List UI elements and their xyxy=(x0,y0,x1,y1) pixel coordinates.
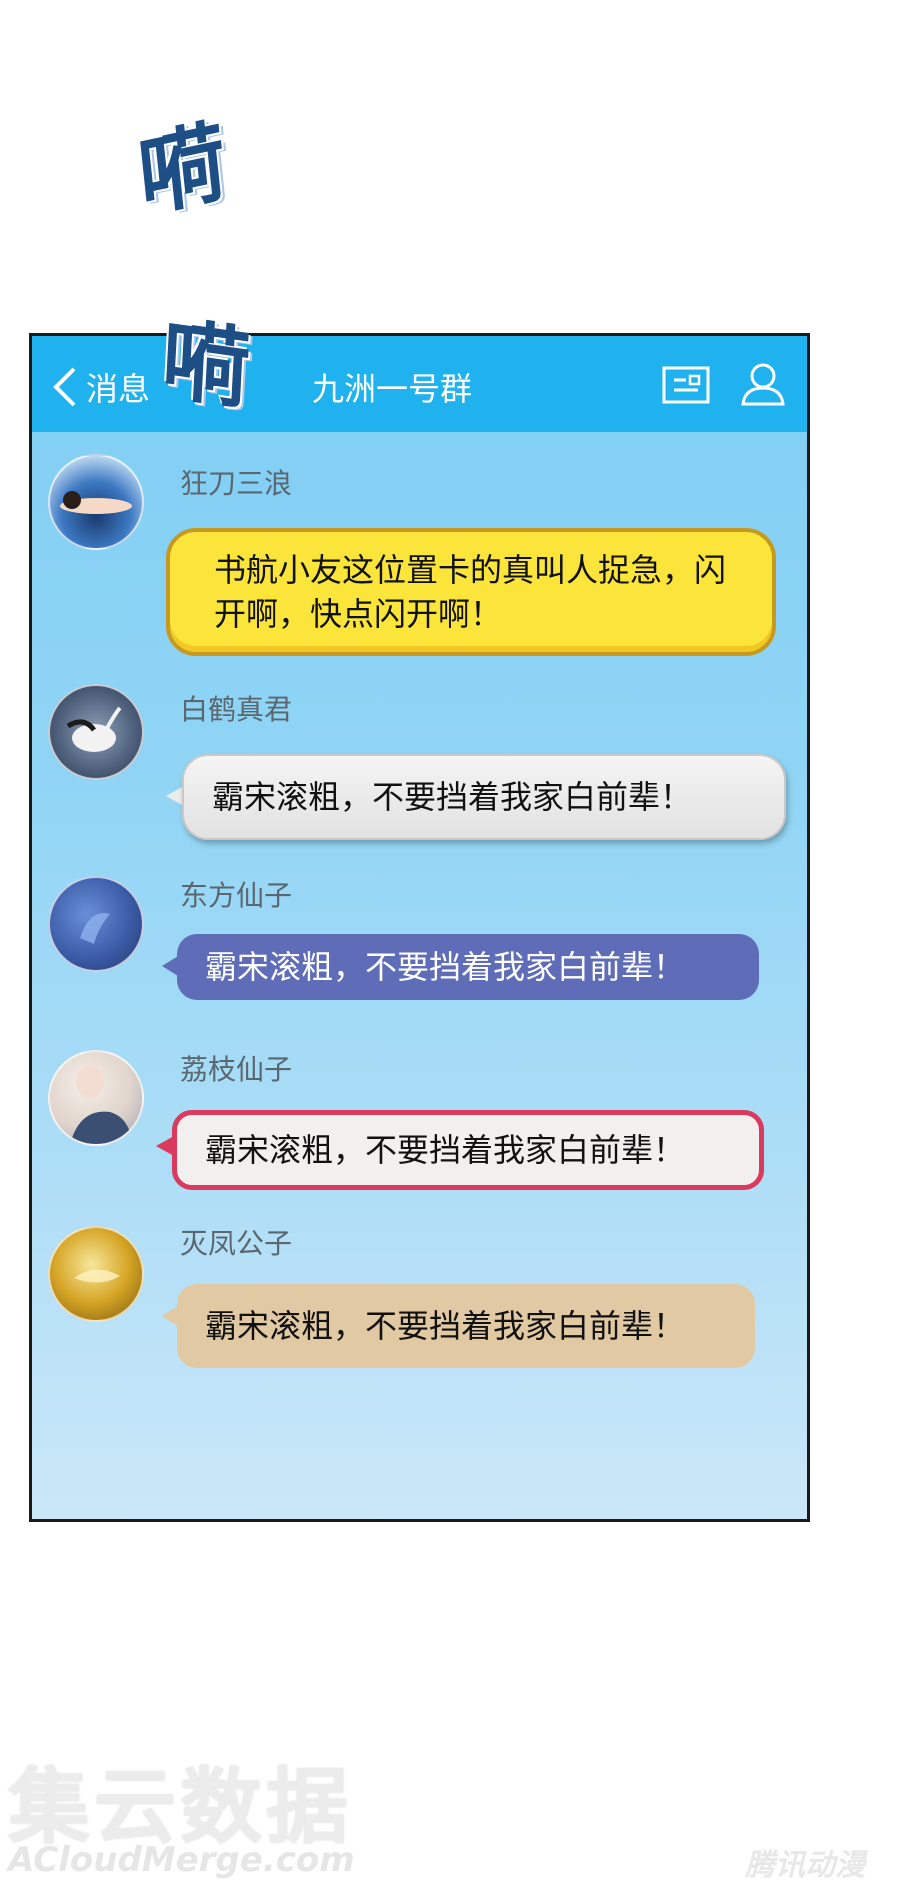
message-text: 霸宋滚粗，不要挡着我家白前辈！ xyxy=(205,948,686,986)
watermark-logo: 腾讯动漫 xyxy=(745,1848,865,1883)
back-label: 消息 xyxy=(86,370,151,408)
sender-name: 狂刀三浪 xyxy=(180,467,293,500)
avatar-dongfang[interactable] xyxy=(48,876,144,972)
bubble-tail xyxy=(162,1306,178,1326)
chat-title: 九洲一号群 xyxy=(312,370,473,408)
sender-name: 东方仙子 xyxy=(180,879,293,912)
message-bubble: 霸宋滚粗，不要挡着我家白前辈！ xyxy=(172,1110,764,1190)
back-button[interactable]: 消息 xyxy=(50,364,150,410)
message-bubble: 霸宋滚粗，不要挡着我家白前辈！ xyxy=(182,754,786,840)
avatar-image xyxy=(60,491,132,514)
avatar-image xyxy=(66,706,122,752)
avatar-image xyxy=(70,1066,132,1144)
group-card-icon[interactable] xyxy=(662,366,710,404)
message-text: 霸宋滚粗，不要挡着我家白前辈！ xyxy=(205,1307,686,1345)
message-bubble: 霸宋滚粗，不要挡着我家白前辈！ xyxy=(177,1284,755,1368)
bubble-tail xyxy=(162,956,178,976)
message-text: 霸宋滚粗，不要挡着我家白前辈！ xyxy=(205,1131,686,1169)
sfx-text-1: 嗬 xyxy=(133,107,231,231)
watermark-en: ACloudMerge.com xyxy=(8,1840,355,1880)
phone-screen: 消息 九洲一号群 狂刀三浪 书航小友这位置卡的真叫人捉急，闪开啊，快点闪开啊！ xyxy=(29,333,810,1522)
message-bubble: 书航小友这位置卡的真叫人捉急，闪开啊，快点闪开啊！ xyxy=(166,528,776,656)
sender-name: 灭凤公子 xyxy=(180,1227,293,1260)
group-members-icon[interactable] xyxy=(737,360,789,408)
avatar-miefeng[interactable] xyxy=(48,1226,144,1322)
sender-name: 荔枝仙子 xyxy=(180,1053,293,1086)
message-bubble: 霸宋滚粗，不要挡着我家白前辈！ xyxy=(177,934,759,1000)
sfx-text-2: 嗬 xyxy=(159,305,253,423)
avatar-kuangdao[interactable] xyxy=(48,454,144,550)
avatar-image xyxy=(80,913,110,944)
message-text: 霸宋滚粗，不要挡着我家白前辈！ xyxy=(212,778,693,816)
chat-header: 消息 九洲一号群 xyxy=(32,336,807,432)
avatar-image xyxy=(74,1269,120,1283)
message-text: 书航小友这位置卡的真叫人捉急，闪开啊，快点闪开啊！ xyxy=(214,551,727,633)
chevron-left-icon xyxy=(53,367,76,407)
avatar-lizhi[interactable] xyxy=(48,1050,144,1146)
avatar-baihe[interactable] xyxy=(48,684,144,780)
sender-name: 白鹤真君 xyxy=(180,693,293,726)
